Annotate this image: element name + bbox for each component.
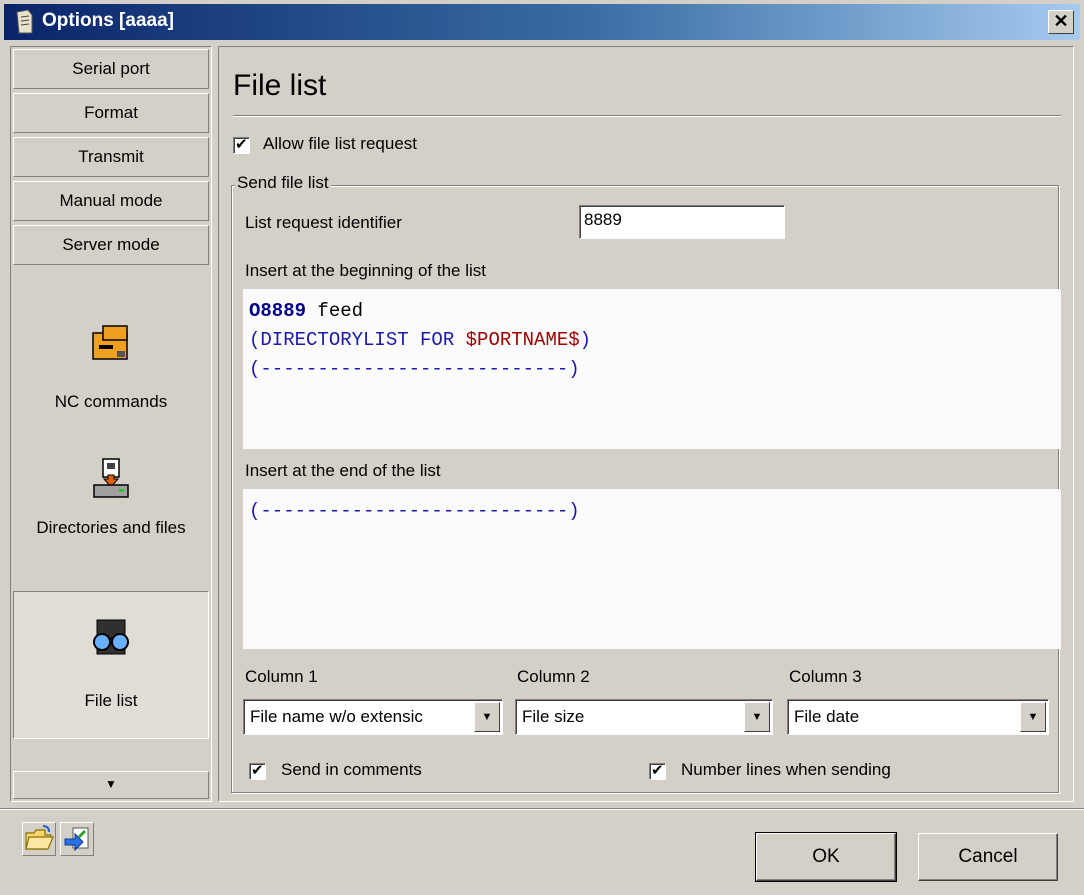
identifier-input[interactable]: 8889 bbox=[579, 205, 785, 239]
sidebar-tab-transmit[interactable]: Transmit bbox=[13, 137, 209, 177]
column-2-label: Column 2 bbox=[517, 667, 590, 686]
chevron-down-icon[interactable]: ▼ bbox=[1020, 702, 1046, 732]
separator-line: (---------------------------) bbox=[249, 500, 580, 522]
cancel-button[interactable]: Cancel bbox=[918, 833, 1058, 881]
column-2-value: File size bbox=[522, 707, 585, 726]
sidebar: Serial port Format Transmit Manual mode … bbox=[10, 46, 212, 802]
chevron-down-icon[interactable]: ▼ bbox=[474, 702, 500, 732]
window-title: Options [aaaa] bbox=[42, 10, 174, 31]
send-in-comments-label: Send in comments bbox=[281, 760, 422, 779]
title-divider bbox=[233, 115, 1061, 117]
end-list-label: Insert at the end of the list bbox=[245, 461, 441, 480]
sidebar-tab-manual-mode[interactable]: Manual mode bbox=[13, 181, 209, 221]
separator-line: (---------------------------) bbox=[249, 358, 580, 380]
title-bar: Options [aaaa] ✕ bbox=[4, 4, 1080, 40]
column-3-select[interactable]: File date ▼ bbox=[787, 699, 1049, 735]
column-1-value: File name w/o extensic bbox=[250, 707, 423, 726]
open-folder-button[interactable] bbox=[22, 822, 56, 856]
app-icon bbox=[16, 9, 33, 34]
group-title: Send file list bbox=[235, 173, 331, 193]
export-button[interactable] bbox=[60, 822, 94, 856]
ok-button[interactable]: OK bbox=[755, 832, 897, 882]
sidebar-item-label: Directories and files bbox=[36, 518, 186, 537]
program-text: feed bbox=[306, 300, 364, 322]
sidebar-item-label: NC commands bbox=[54, 392, 168, 411]
directories-icon bbox=[93, 458, 129, 498]
number-lines-label: Number lines when sending bbox=[681, 760, 891, 779]
column-1-label: Column 1 bbox=[245, 667, 318, 686]
file-list-icon bbox=[93, 619, 129, 655]
open-folder-icon bbox=[25, 825, 54, 850]
column-3-label: Column 3 bbox=[789, 667, 862, 686]
footer-divider bbox=[0, 808, 1084, 810]
comment-close: ) bbox=[579, 329, 592, 351]
column-1-select[interactable]: File name w/o extensic ▼ bbox=[243, 699, 503, 735]
number-lines-checkbox[interactable] bbox=[649, 761, 666, 780]
export-icon bbox=[64, 827, 89, 852]
chevron-down-icon: ▼ bbox=[105, 777, 117, 791]
column-2-select[interactable]: File size ▼ bbox=[515, 699, 773, 735]
end-list-editor[interactable]: (---------------------------) bbox=[243, 489, 1061, 649]
sidebar-tab-serial-port[interactable]: Serial port bbox=[13, 49, 209, 89]
allow-file-list-label: Allow file list request bbox=[263, 134, 418, 153]
allow-file-list-checkbox[interactable] bbox=[233, 135, 250, 154]
sidebar-tab-server-mode[interactable]: Server mode bbox=[13, 225, 209, 265]
options-window: Options [aaaa] ✕ Serial port Format Tran… bbox=[0, 0, 1084, 895]
begin-list-editor[interactable]: O8889 feed (DIRECTORYLIST FOR $PORTNAME$… bbox=[243, 289, 1061, 449]
sidebar-item-file-list[interactable]: File list bbox=[13, 591, 209, 739]
close-icon: ✕ bbox=[1053, 11, 1069, 31]
program-code: O8889 bbox=[249, 300, 307, 322]
send-in-comments-checkbox[interactable] bbox=[249, 761, 266, 780]
page-title: File list bbox=[233, 69, 327, 102]
sidebar-item-directories[interactable]: Directories and files bbox=[13, 457, 209, 538]
close-button[interactable]: ✕ bbox=[1048, 10, 1074, 34]
directory-comment: (DIRECTORYLIST FOR bbox=[249, 329, 466, 351]
identifier-label: List request identifier bbox=[245, 213, 402, 232]
main-panel: File list Allow file list request Send f… bbox=[218, 46, 1074, 802]
begin-list-label: Insert at the beginning of the list bbox=[245, 261, 486, 280]
sidebar-scroll-down-button[interactable]: ▼ bbox=[13, 771, 209, 799]
sidebar-item-nc-commands[interactable]: NC commands bbox=[13, 323, 209, 412]
sidebar-item-label: File list bbox=[84, 691, 138, 710]
sidebar-tab-format[interactable]: Format bbox=[13, 93, 209, 133]
sidebar-panel: NC commands Directories and files File l… bbox=[13, 269, 209, 769]
column-3-value: File date bbox=[794, 707, 860, 726]
portname-variable: $PORTNAME$ bbox=[465, 329, 580, 351]
nc-commands-icon bbox=[92, 325, 128, 360]
chevron-down-icon[interactable]: ▼ bbox=[744, 702, 770, 732]
